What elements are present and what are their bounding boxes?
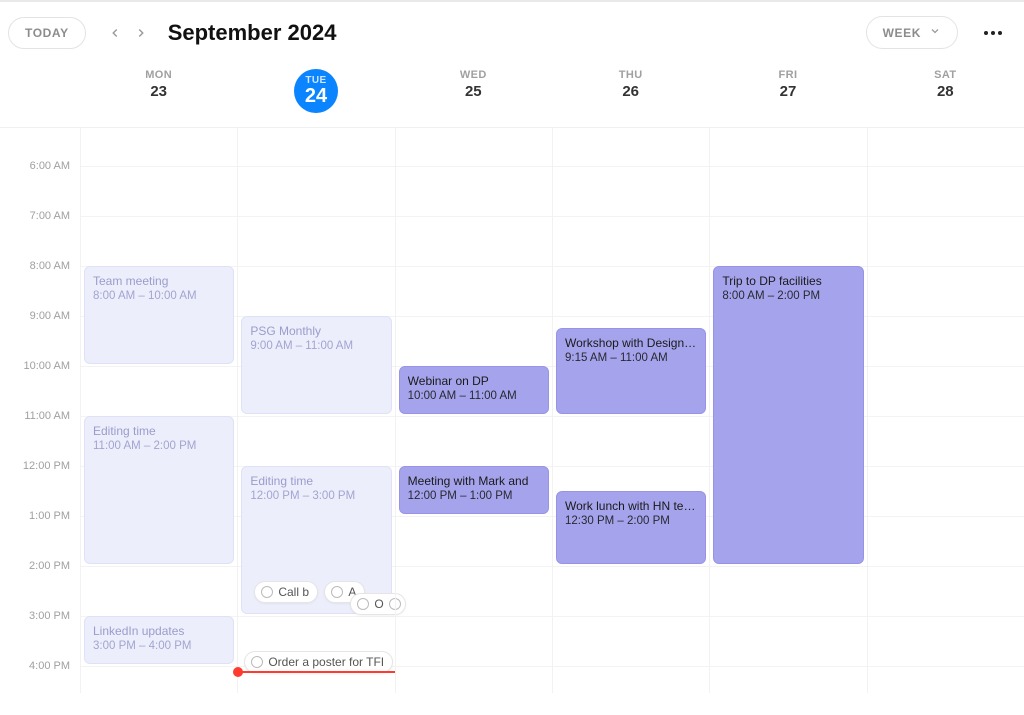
day-column[interactable]: PSG Monthly9:00 AM – 11:00 AM Editing tim… [237, 128, 394, 693]
hour-label: 1:00 PM [29, 510, 70, 522]
hour-label: 9:00 AM [30, 310, 70, 322]
day-column[interactable]: Webinar on DP10:00 AM – 11:00 AM Meeting … [395, 128, 552, 693]
event-title: PSG Monthly [250, 323, 382, 339]
event-time: 11:00 AM – 2:00 PM [93, 439, 225, 455]
chevron-down-icon [929, 25, 941, 40]
hour-label: 7:00 AM [30, 210, 70, 222]
current-time-indicator [238, 671, 394, 673]
day-number: 28 [867, 83, 1024, 100]
task-checkbox-icon[interactable] [357, 598, 369, 610]
day-header[interactable]: FRI 27 [709, 63, 866, 127]
view-switch-label: WEEK [883, 26, 921, 40]
event-title: Webinar on DP [408, 373, 540, 389]
time-gutter: 6:00 AM 7:00 AM 8:00 AM 9:00 AM 10:00 AM 11:0… [0, 128, 80, 693]
day-header[interactable]: THU 26 [552, 63, 709, 127]
event-time: 12:00 PM – 3:00 PM [250, 489, 382, 505]
event-title: Trip to DP facilities [722, 273, 854, 289]
next-week-icon[interactable] [130, 22, 152, 44]
task-label: Call b [278, 585, 309, 599]
day-column[interactable]: Trip to DP facilities8:00 AM – 2:00 PM [709, 128, 866, 693]
day-column[interactable]: Team meeting8:00 AM – 10:00 AM Editing ti… [80, 128, 237, 693]
day-column[interactable] [867, 128, 1024, 693]
event-time: 12:30 PM – 2:00 PM [565, 514, 697, 530]
day-number: 25 [395, 83, 552, 100]
prev-week-icon[interactable] [104, 22, 126, 44]
day-name: WED [395, 69, 552, 81]
event-title: Editing time [250, 473, 382, 489]
hour-label: 11:00 AM [24, 410, 70, 422]
day-name: THU [552, 69, 709, 81]
day-number: 24 [305, 86, 327, 106]
day-header[interactable]: WED 25 [395, 63, 552, 127]
hour-label: 2:00 PM [29, 560, 70, 572]
task-chip[interactable]: Order a poster for TFI [244, 651, 393, 673]
calendar-event[interactable]: Webinar on DP10:00 AM – 11:00 AM [399, 366, 549, 414]
task-checkbox-icon[interactable] [261, 586, 273, 598]
task-checkbox-icon[interactable] [331, 586, 343, 598]
calendar-event[interactable]: Editing time11:00 AM – 2:00 PM [84, 416, 234, 564]
event-title: Workshop with Design Team [565, 335, 697, 351]
calendar-event[interactable]: Workshop with Design Team9:15 AM – 11:00… [556, 328, 706, 414]
task-checkbox-icon[interactable] [251, 656, 263, 668]
event-title: Editing time [93, 423, 225, 439]
event-time: 9:00 AM – 11:00 AM [250, 339, 382, 355]
toolbar: TODAY September 2024 WEEK [0, 2, 1024, 63]
event-title: Meeting with Mark and [408, 473, 540, 489]
calendar-event[interactable]: Work lunch with HN team12:30 PM – 2:00 P… [556, 491, 706, 564]
days-header: MON 23TUE24WED 25THU 26FRI 27SAT 28 [0, 63, 1024, 128]
today-button[interactable]: TODAY [8, 17, 86, 49]
event-time: 8:00 AM – 2:00 PM [722, 289, 854, 305]
calendar-event[interactable]: Meeting with Mark and12:00 PM – 1:00 PM [399, 466, 549, 514]
day-header[interactable]: MON 23 [80, 63, 237, 127]
task-label: Order a poster for TFI [268, 655, 384, 669]
hour-label: 6:00 AM [30, 160, 70, 172]
calendar-event[interactable]: LinkedIn updates3:00 PM – 4:00 PM [84, 616, 234, 664]
event-time: 9:15 AM – 11:00 AM [565, 351, 697, 367]
task-chip[interactable]: Call b [254, 581, 318, 603]
event-time: 8:00 AM – 10:00 AM [93, 289, 225, 305]
view-switch-button[interactable]: WEEK [866, 16, 958, 49]
event-time: 12:00 PM – 1:00 PM [408, 489, 540, 505]
event-title: LinkedIn updates [93, 623, 225, 639]
day-number: 23 [80, 83, 237, 100]
nav-arrows [104, 22, 152, 44]
calendar-grid[interactable]: 6:00 AM 7:00 AM 8:00 AM 9:00 AM 10:00 AM 11:0… [0, 128, 1024, 693]
month-title: September 2024 [168, 20, 337, 46]
day-name: SAT [867, 69, 1024, 81]
day-number: 26 [552, 83, 709, 100]
day-number: 27 [709, 83, 866, 100]
day-name: FRI [709, 69, 866, 81]
hour-label: 3:00 PM [29, 610, 70, 622]
calendar-event[interactable]: Team meeting8:00 AM – 10:00 AM [84, 266, 234, 364]
calendar-event[interactable]: Trip to DP facilities8:00 AM – 2:00 PM [713, 266, 863, 564]
hour-label: 12:00 PM [23, 460, 70, 472]
day-header[interactable]: SAT 28 [867, 63, 1024, 127]
day-header[interactable]: TUE24 [237, 63, 394, 127]
event-time: 3:00 PM – 4:00 PM [93, 639, 225, 655]
event-title: Team meeting [93, 273, 225, 289]
event-title: Work lunch with HN team [565, 498, 697, 514]
task-label: O [374, 597, 383, 611]
hour-label: 8:00 AM [30, 260, 70, 272]
calendar-event[interactable]: PSG Monthly9:00 AM – 11:00 AM [241, 316, 391, 414]
hour-label: 4:00 PM [29, 660, 70, 672]
day-column[interactable]: Workshop with Design Team9:15 AM – 11:00… [552, 128, 709, 693]
event-time: 10:00 AM – 11:00 AM [408, 389, 540, 405]
hour-label: 10:00 AM [24, 360, 70, 372]
more-menu-button[interactable] [978, 25, 1008, 41]
day-name: MON [80, 69, 237, 81]
